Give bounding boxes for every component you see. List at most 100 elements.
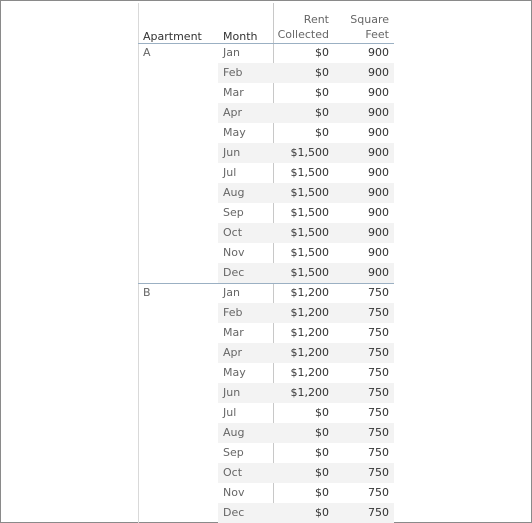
table-row[interactable]: Mar $0 900 [138,83,394,103]
header-month[interactable]: Month [223,30,257,43]
month-cell[interactable]: Jan [218,283,278,303]
rent-collected-cell[interactable]: $0 [274,503,334,523]
table-row[interactable]: Aug $1,500 900 [138,183,394,203]
table-row[interactable]: Apr $1,200 750 [138,343,394,363]
rent-collected-cell[interactable]: $0 [274,483,334,503]
square-feet-cell[interactable]: 900 [334,203,394,223]
month-cell[interactable]: Sep [218,443,278,463]
square-feet-cell[interactable]: 900 [334,63,394,83]
table-row[interactable]: Jul $0 750 [138,403,394,423]
square-feet-cell[interactable]: 750 [334,363,394,383]
month-cell[interactable]: Jun [218,383,278,403]
apartment-label[interactable]: B [143,283,151,303]
square-feet-cell[interactable]: 750 [334,463,394,483]
rent-collected-cell[interactable]: $0 [274,103,334,123]
rent-collected-cell[interactable]: $1,200 [274,383,334,403]
square-feet-cell[interactable]: 900 [334,143,394,163]
rent-collected-cell[interactable]: $0 [274,43,334,63]
square-feet-cell[interactable]: 750 [334,423,394,443]
square-feet-cell[interactable]: 750 [334,403,394,423]
square-feet-cell[interactable]: 750 [334,323,394,343]
table-row[interactable]: Feb $0 900 [138,63,394,83]
rent-collected-cell[interactable]: $1,500 [274,263,334,283]
table-row[interactable]: May $1,200 750 [138,363,394,383]
month-cell[interactable]: Jun [218,143,278,163]
square-feet-cell[interactable]: 900 [334,103,394,123]
table-row[interactable]: Nov $0 750 [138,483,394,503]
rent-collected-cell[interactable]: $1,200 [274,303,334,323]
month-cell[interactable]: Feb [218,63,278,83]
header-rent-collected[interactable]: Rent Collected [269,12,329,42]
month-cell[interactable]: Dec [218,503,278,523]
month-cell[interactable]: Nov [218,243,278,263]
month-cell[interactable]: Oct [218,463,278,483]
table-row[interactable]: Oct $1,500 900 [138,223,394,243]
rent-collected-cell[interactable]: $1,200 [274,323,334,343]
month-cell[interactable]: Jan [218,43,278,63]
rent-collected-cell[interactable]: $1,200 [274,363,334,383]
month-cell[interactable]: Oct [218,223,278,243]
header-square-feet[interactable]: Square Feet [339,12,389,42]
square-feet-cell[interactable]: 900 [334,163,394,183]
month-cell[interactable]: Jul [218,163,278,183]
month-cell[interactable]: Apr [218,103,278,123]
rent-collected-cell[interactable]: $1,500 [274,163,334,183]
table-row[interactable]: Jul $1,500 900 [138,163,394,183]
month-cell[interactable]: Sep [218,203,278,223]
table-row[interactable]: Oct $0 750 [138,463,394,483]
table-row[interactable]: Dec $1,500 900 [138,263,394,283]
table-row[interactable]: Apr $0 900 [138,103,394,123]
rent-collected-cell[interactable]: $0 [274,63,334,83]
rent-collected-cell[interactable]: $1,200 [274,283,334,303]
apartment-label[interactable]: A [143,43,151,63]
table-row[interactable]: Jun $1,200 750 [138,383,394,403]
table-row[interactable]: A Jan $0 900 [138,43,394,63]
table-row[interactable]: Sep $1,500 900 [138,203,394,223]
table-row[interactable]: Sep $0 750 [138,443,394,463]
rent-collected-cell[interactable]: $0 [274,123,334,143]
month-cell[interactable]: May [218,363,278,383]
month-cell[interactable]: Aug [218,423,278,443]
square-feet-cell[interactable]: 750 [334,503,394,523]
rent-collected-cell[interactable]: $1,200 [274,343,334,363]
rent-collected-cell[interactable]: $0 [274,403,334,423]
rent-collected-cell[interactable]: $0 [274,423,334,443]
month-cell[interactable]: Nov [218,483,278,503]
month-cell[interactable]: Mar [218,323,278,343]
square-feet-cell[interactable]: 900 [334,183,394,203]
month-cell[interactable]: Jul [218,403,278,423]
table-row[interactable]: Aug $0 750 [138,423,394,443]
square-feet-cell[interactable]: 750 [334,303,394,323]
rent-collected-cell[interactable]: $1,500 [274,183,334,203]
table-row[interactable]: Nov $1,500 900 [138,243,394,263]
square-feet-cell[interactable]: 900 [334,123,394,143]
table-row[interactable]: Dec $0 750 [138,503,394,523]
table-row[interactable]: Jun $1,500 900 [138,143,394,163]
month-cell[interactable]: Aug [218,183,278,203]
month-cell[interactable]: Mar [218,83,278,103]
square-feet-cell[interactable]: 750 [334,483,394,503]
square-feet-cell[interactable]: 900 [334,83,394,103]
square-feet-cell[interactable]: 900 [334,223,394,243]
month-cell[interactable]: Dec [218,263,278,283]
rent-collected-cell[interactable]: $1,500 [274,223,334,243]
table-row[interactable]: May $0 900 [138,123,394,143]
table-row[interactable]: B Jan $1,200 750 [138,283,394,303]
table-row[interactable]: Feb $1,200 750 [138,303,394,323]
square-feet-cell[interactable]: 750 [334,343,394,363]
rent-collected-cell[interactable]: $0 [274,83,334,103]
square-feet-cell[interactable]: 900 [334,243,394,263]
month-cell[interactable]: Apr [218,343,278,363]
rent-collected-cell[interactable]: $1,500 [274,143,334,163]
header-apartment[interactable]: Apartment [143,30,202,43]
square-feet-cell[interactable]: 900 [334,43,394,63]
square-feet-cell[interactable]: 750 [334,443,394,463]
square-feet-cell[interactable]: 750 [334,383,394,403]
month-cell[interactable]: May [218,123,278,143]
table-row[interactable]: Mar $1,200 750 [138,323,394,343]
square-feet-cell[interactable]: 900 [334,263,394,283]
month-cell[interactable]: Feb [218,303,278,323]
rent-collected-cell[interactable]: $1,500 [274,243,334,263]
rent-collected-cell[interactable]: $0 [274,443,334,463]
rent-collected-cell[interactable]: $1,500 [274,203,334,223]
